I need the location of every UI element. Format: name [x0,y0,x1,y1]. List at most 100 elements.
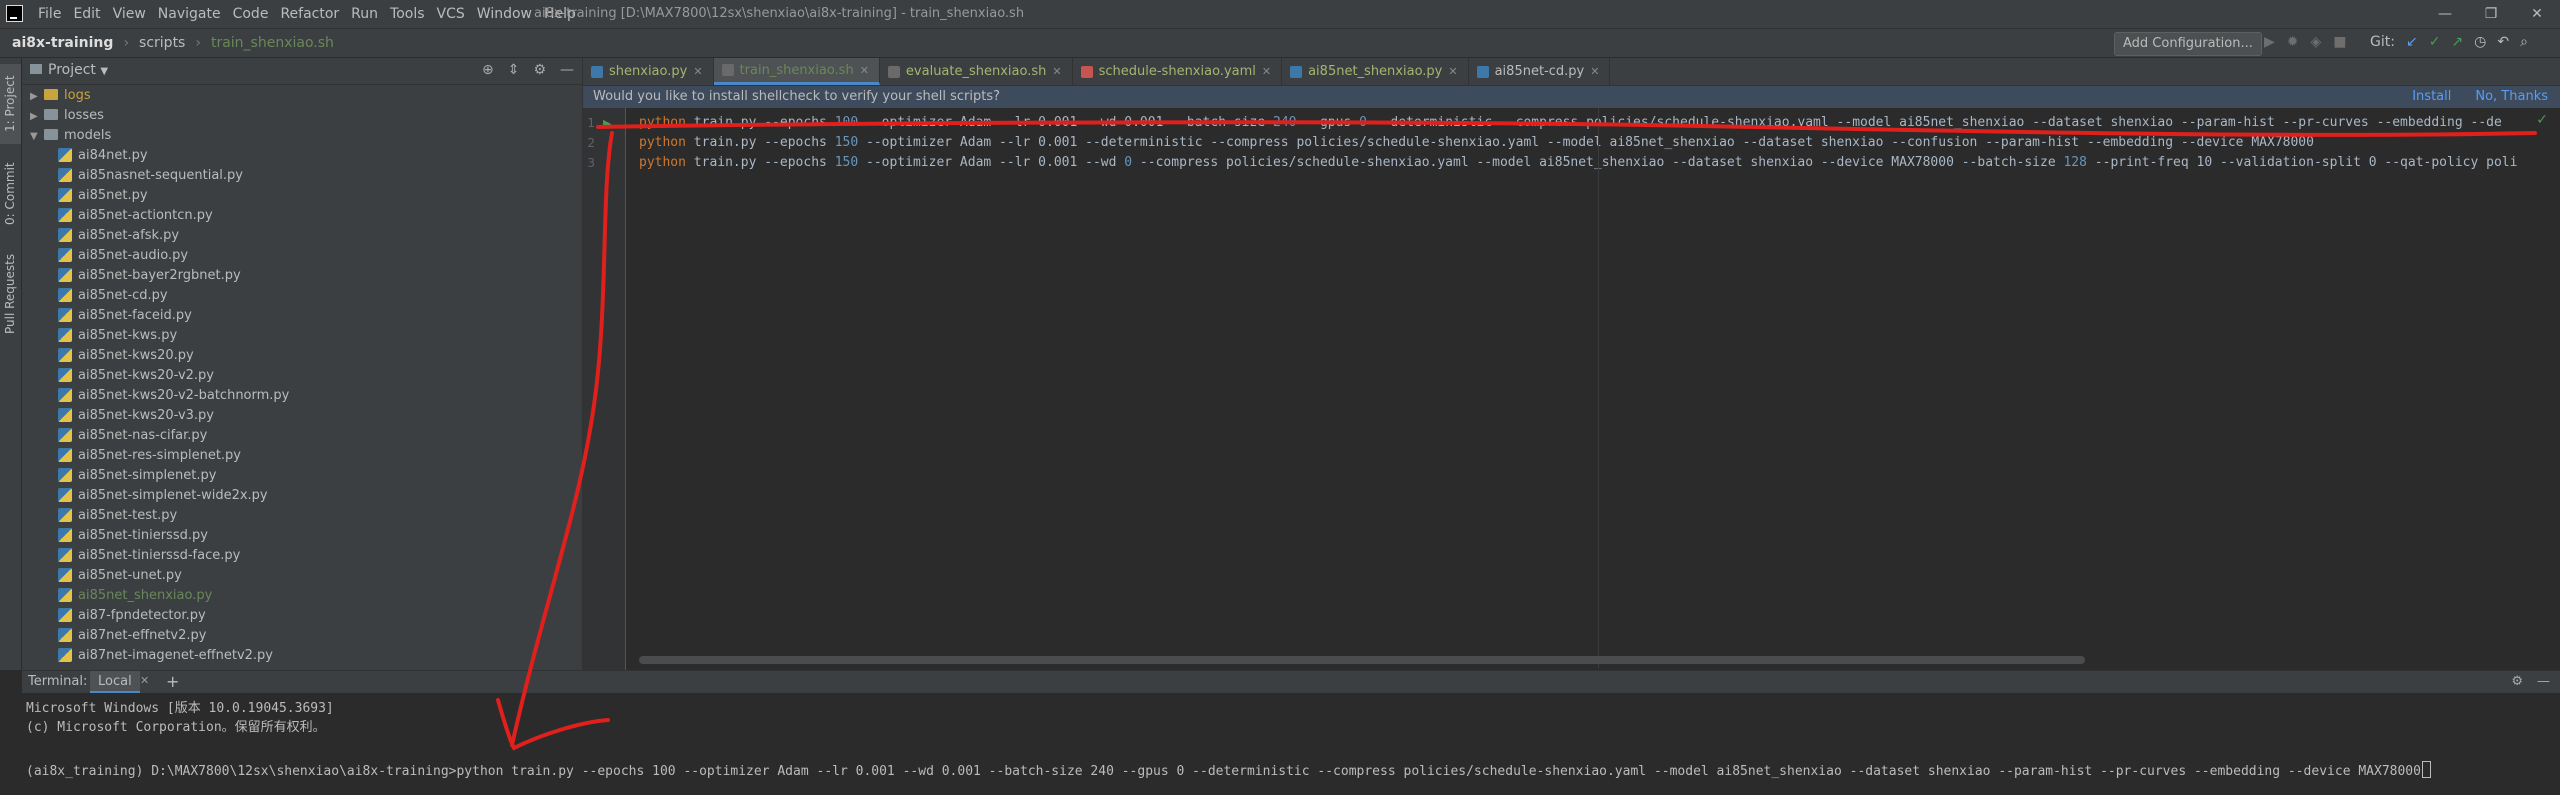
close-icon[interactable]: ✕ [1052,58,1061,85]
app-logo-icon [6,5,23,22]
tree-file[interactable]: ai85net-kws20-v2.py [58,366,214,386]
close-icon[interactable]: ✕ [860,57,869,84]
menu-file[interactable]: File [32,6,67,22]
locate-icon[interactable]: ⊕ [482,62,494,78]
menu-window[interactable]: Window [471,6,538,22]
git-push-icon[interactable]: ↗ [2451,34,2463,50]
terminal-cursor [2421,761,2431,778]
tree-file[interactable]: ai85net-actiontcn.py [58,206,213,226]
hide-icon[interactable]: — [2537,674,2550,689]
git-history-icon[interactable]: ◷ [2474,34,2486,50]
tool-tab-project[interactable]: 1: Project [0,64,21,144]
tree-file[interactable]: ai85net-kws20.py [58,346,194,366]
tree-file[interactable]: ai85net-bayer2rgbnet.py [58,266,241,286]
tree-file[interactable]: ai85net-nas-cifar.py [58,426,207,446]
python-file-icon [58,568,72,582]
chevron-down-icon[interactable]: ▼ [30,127,44,147]
editor-horizontal-scrollbar[interactable] [639,656,2085,664]
coverage-icon[interactable]: ◈ [2311,34,2322,50]
editor-tab[interactable]: train_shenxiao.sh ✕ [713,57,880,85]
menu-vcs[interactable]: VCS [431,6,471,22]
no-thanks-link[interactable]: No, Thanks [2475,89,2548,104]
tree-file[interactable]: ai85net-simplenet.py [58,466,216,486]
tree-file[interactable]: ai85nasnet-sequential.py [58,166,243,186]
menu-code[interactable]: Code [227,6,275,22]
tree-item-label: ai87net-effnetv2.py [78,628,207,643]
gear-icon[interactable]: ⚙ [2511,674,2523,689]
tree-folder[interactable]: ▶ losses [30,106,104,126]
tree-file[interactable]: ai84net.py [58,146,148,166]
tree-file[interactable]: ai85net-unet.py [58,566,182,586]
search-icon[interactable]: ⌕ [2520,34,2528,50]
terminal-tab-local[interactable]: Local [90,671,140,693]
menu-edit[interactable]: Edit [67,6,106,22]
menu-tools[interactable]: Tools [384,6,431,22]
chevron-right-icon[interactable]: ▶ [30,87,44,107]
tree-file[interactable]: ai85net-res-simplenet.py [58,446,241,466]
breadcrumb-project[interactable]: ai8x-training [12,35,113,51]
close-icon[interactable]: ✕ [1448,58,1457,85]
breadcrumb-scripts[interactable]: scripts [139,35,185,51]
editor-tab[interactable]: evaluate_shenxiao.sh ✕ [880,58,1073,85]
close-icon[interactable]: ✕ [1262,58,1271,85]
chevron-down-icon: ▼ [100,66,109,77]
tree-file[interactable]: ai85net-kws20-v2-batchnorm.py [58,386,289,406]
tree-file[interactable]: ai85net_shenxiao.py [58,586,212,606]
tree-file[interactable]: ai87net-imagenet-effnetv2.py [58,646,273,666]
stop-icon[interactable]: ■ [2333,34,2346,50]
tree-file[interactable]: ai85net-faceid.py [58,306,192,326]
git-update-icon[interactable]: ↙ [2406,34,2418,50]
close-window-button[interactable]: ✕ [2514,0,2560,28]
python-file-icon [58,628,72,642]
tool-tab-commit[interactable]: 0: Commit [0,154,21,234]
navigation-bar: ai8x-training › scripts › train_shenxiao… [0,29,2560,58]
tree-item-label: ai85net-afsk.py [78,228,180,243]
git-rollback-icon[interactable]: ↶ [2497,34,2509,50]
tree-file[interactable]: ai87net-effnetv2.py [58,626,206,646]
tree-file[interactable]: ai85net-simplenet-wide2x.py [58,486,268,506]
tree-file[interactable]: ai85net.py [58,186,148,206]
debug-icon[interactable]: ✹ [2287,34,2299,50]
project-view-selector[interactable]: Project ▼ [30,62,108,78]
tool-tab-pull-requests[interactable]: Pull Requests [0,244,21,344]
menu-refactor[interactable]: Refactor [274,6,345,22]
menu-view[interactable]: View [107,6,152,22]
tree-file[interactable]: ai85net-test.py [58,506,177,526]
tree-file[interactable]: ai85net-tinierssd.py [58,526,208,546]
code-area[interactable]: python train.py --epochs 100 --optimizer… [583,108,2560,648]
editor-tab[interactable]: shenxiao.py ✕ [583,58,714,85]
new-terminal-icon[interactable]: + [166,672,179,691]
tree-file[interactable]: ai85net-kws20-v3.py [58,406,214,426]
editor-tab[interactable]: schedule-shenxiao.yaml ✕ [1073,58,1283,85]
restore-button[interactable]: ❐ [2468,0,2514,28]
minimize-button[interactable]: — [2422,0,2468,28]
hide-icon[interactable]: — [560,62,574,78]
tree-file[interactable]: ai85net-afsk.py [58,226,179,246]
terminal-output[interactable]: Microsoft Windows [版本 10.0.19045.3693] (… [22,693,2560,795]
tree-file[interactable]: ai85net-audio.py [58,246,188,266]
gear-icon[interactable]: ⚙ [533,62,546,78]
close-icon[interactable]: ✕ [1590,58,1599,85]
install-link[interactable]: Install [2412,89,2451,104]
close-icon[interactable]: ✕ [140,674,149,687]
menu-navigate[interactable]: Navigate [152,6,227,22]
tree-file[interactable]: ai87-fpndetector.py [58,606,206,626]
breadcrumb-file[interactable]: train_shenxiao.sh [211,35,334,51]
editor-tab[interactable]: ai85net_shenxiao.py ✕ [1282,58,1469,85]
menu-run[interactable]: Run [345,6,384,22]
tree-folder[interactable]: ▶ logs [30,86,91,106]
close-icon[interactable]: ✕ [693,58,702,85]
tree-file[interactable]: ai85net-kws.py [58,326,177,346]
collapse-all-icon[interactable]: ⇕ [508,62,520,78]
python-file-icon [58,608,72,622]
tree-file[interactable]: ai85net-cd.py [58,286,168,306]
code-line: python train.py --epochs 100 --optimizer… [639,115,2502,130]
run-icon[interactable]: ▶ [2264,34,2275,50]
chevron-right-icon[interactable]: ▶ [30,107,44,127]
inspection-ok-icon[interactable]: ✓ [2536,112,2548,128]
git-commit-icon[interactable]: ✓ [2429,34,2441,50]
add-configuration-button[interactable]: Add Configuration... [2114,32,2262,56]
editor-tab[interactable]: ai85net-cd.py ✕ [1469,58,1611,85]
tree-folder[interactable]: ▼ models [30,126,111,146]
tree-file[interactable]: ai85net-tinierssd-face.py [58,546,240,566]
